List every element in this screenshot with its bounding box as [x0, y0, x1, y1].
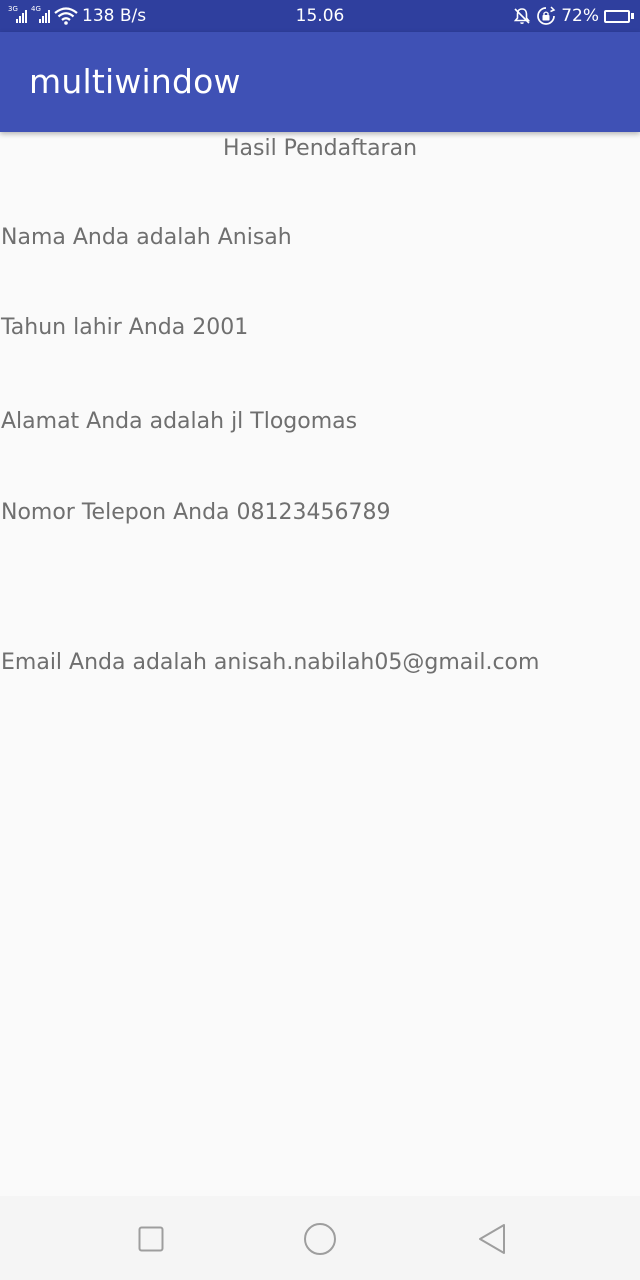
page-heading: Hasil Pendaftaran: [222, 136, 418, 161]
battery-percent: 72%: [561, 6, 599, 26]
home-button[interactable]: [303, 1222, 337, 1256]
back-button[interactable]: [475, 1222, 509, 1256]
address-text: Alamat Anda adalah jl Tlogomas: [1, 409, 358, 434]
mute-icon: [514, 8, 531, 24]
recents-icon: [138, 1226, 164, 1252]
phone-text: Nomor Telepon Anda 08123456789: [1, 500, 391, 525]
rotation-lock-icon: [537, 6, 556, 25]
recents-button[interactable]: [134, 1222, 168, 1256]
status-bar: 3G 4G 138 B/s 15.06 72%: [0, 0, 640, 32]
battery-icon: [604, 9, 634, 23]
back-icon: [479, 1224, 505, 1254]
birth-year-text: Tahun lahir Anda 2001: [1, 315, 249, 340]
status-right: 72%: [513, 0, 634, 32]
navigation-bar: [0, 1196, 640, 1280]
email-text: Email Anda adalah anisah.nabilah05@gmail…: [1, 650, 540, 675]
name-text: Nama Anda adalah Anisah: [1, 225, 292, 250]
app-title: multiwindow: [29, 62, 241, 101]
screen: 3G 4G 138 B/s 15.06 72% multiwindow Hasi…: [0, 0, 640, 1280]
app-bar: multiwindow: [0, 32, 640, 132]
home-icon: [304, 1223, 336, 1255]
